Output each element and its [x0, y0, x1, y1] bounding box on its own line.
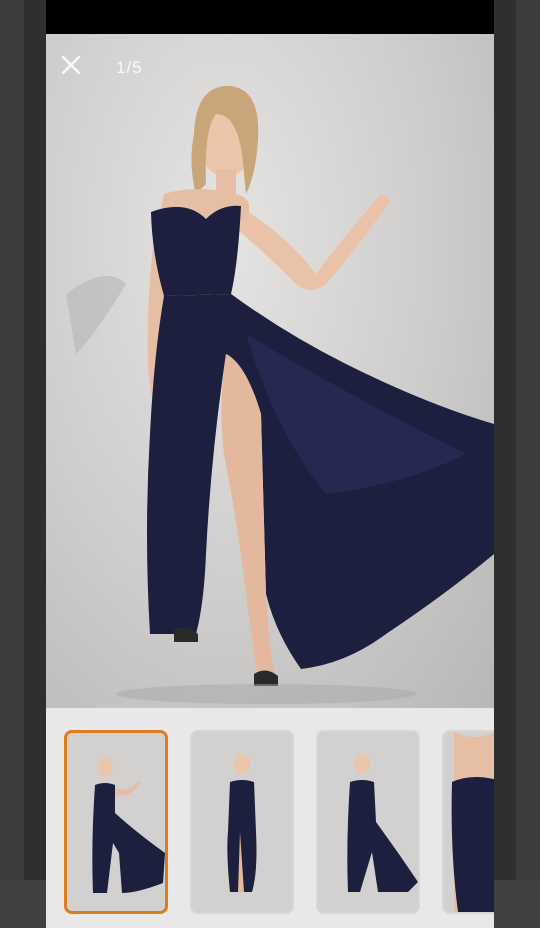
thumbnail-image	[67, 733, 165, 911]
main-photo[interactable]: 1/5	[46, 34, 494, 708]
close-button[interactable]	[60, 54, 96, 90]
thumbnail-2[interactable]	[190, 730, 294, 914]
background-left-panel	[24, 0, 46, 880]
thumbnail-image	[444, 732, 494, 912]
thumbnail-3[interactable]	[316, 730, 420, 914]
image-counter: 1/5	[116, 58, 143, 77]
thumbnail-image	[192, 732, 292, 912]
close-icon	[61, 55, 81, 75]
viewer-top-bar	[46, 0, 494, 34]
thumbnail-strip[interactable]	[46, 708, 494, 928]
dress-photo-illustration	[66, 85, 494, 704]
thumbnail-4[interactable]	[442, 730, 494, 914]
image-viewer-modal: 1/5	[46, 0, 494, 928]
thumbnail-1[interactable]	[64, 730, 168, 914]
thumbnail-image	[318, 732, 418, 912]
background-right-panel	[494, 0, 516, 880]
